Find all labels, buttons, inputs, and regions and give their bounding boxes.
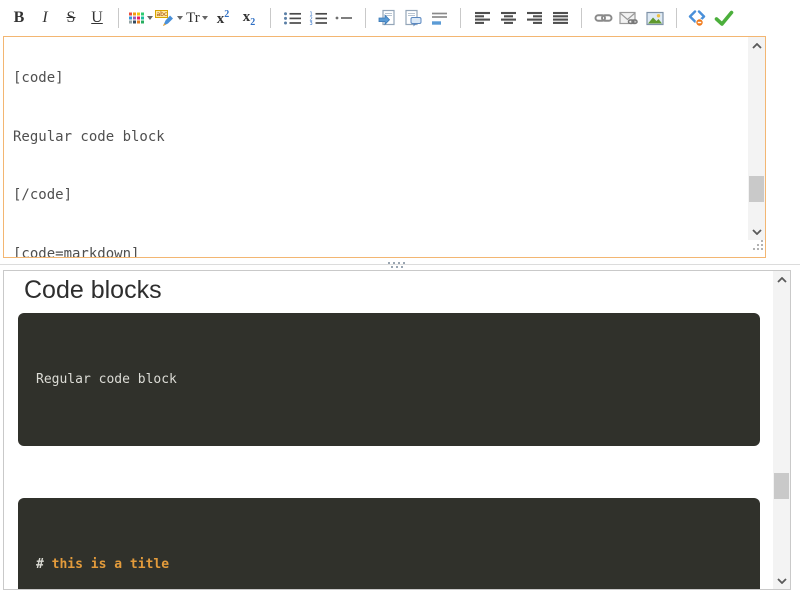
resize-grip[interactable] <box>752 238 764 256</box>
toolbar-separator <box>676 8 677 28</box>
email-icon <box>619 11 639 26</box>
insert-code-button[interactable] <box>375 5 399 31</box>
editor-line: [code] <box>13 69 748 89</box>
code-line: Regular code block <box>36 369 742 390</box>
preview-scrollbar[interactable] <box>773 271 790 589</box>
numbered-list-icon: 1 2 3 <box>309 11 328 26</box>
chevron-down-icon <box>777 578 787 584</box>
highlight-button[interactable]: abc <box>155 5 183 31</box>
resize-grip-icon <box>752 239 764 251</box>
chevron-up-icon <box>777 277 787 283</box>
align-center-icon <box>500 11 517 25</box>
scroll-up-button[interactable] <box>748 37 765 54</box>
float-text-button[interactable] <box>427 5 451 31</box>
svg-text:3: 3 <box>309 21 312 26</box>
subscript-icon: x2 <box>243 9 256 28</box>
quote-page-icon <box>404 9 423 27</box>
scroll-down-button[interactable] <box>773 572 790 589</box>
preview-pane: Code blocks Regular code block # this is… <box>3 270 791 590</box>
preview-title: Code blocks <box>24 275 757 305</box>
italic-icon: I <box>42 9 47 27</box>
preview-content: Code blocks Regular code block # this is… <box>4 271 773 589</box>
image-icon <box>646 11 664 26</box>
toolbar-separator <box>270 8 271 28</box>
chevron-down-icon <box>177 16 183 20</box>
editor-scrollbar-thumb[interactable] <box>749 176 764 202</box>
align-justify-icon <box>552 11 569 25</box>
font-icon: Tr <box>186 10 200 27</box>
insert-email-button[interactable] <box>617 5 641 31</box>
chevron-down-icon <box>752 229 762 235</box>
bullet-list-button[interactable] <box>280 5 304 31</box>
source-code-icon <box>688 10 708 27</box>
align-left-button[interactable] <box>470 5 494 31</box>
code-line: # this is a title <box>36 554 742 575</box>
editor-line: [/code] <box>13 186 748 206</box>
align-justify-button[interactable] <box>548 5 572 31</box>
color-grid-icon <box>128 11 145 26</box>
align-left-icon <box>474 11 491 25</box>
align-right-button[interactable] <box>522 5 546 31</box>
horizontal-rule-icon <box>335 13 353 23</box>
superscript-button[interactable]: x2 <box>211 5 235 31</box>
scroll-up-button[interactable] <box>773 271 790 288</box>
code-block-plain: Regular code block <box>18 313 760 446</box>
highlight-pencil-icon: abc <box>155 10 175 27</box>
float-lines-icon <box>430 11 449 26</box>
chevron-down-icon <box>202 16 208 20</box>
bbcode-editor-textarea[interactable]: [code] Regular code block [/code] [code=… <box>3 36 766 258</box>
insert-image-button[interactable] <box>643 5 667 31</box>
underline-button[interactable]: U <box>85 5 109 31</box>
editor-content[interactable]: [code] Regular code block [/code] [code=… <box>4 37 748 257</box>
editor-text: [code] Regular code block [/code] [code=… <box>4 37 748 257</box>
numbered-list-button[interactable]: 1 2 3 <box>306 5 330 31</box>
italic-button[interactable]: I <box>33 5 57 31</box>
code-block-markdown: # this is a title ## this is another tit… <box>18 498 760 589</box>
toolbar-separator <box>581 8 582 28</box>
insert-quote-button[interactable] <box>401 5 425 31</box>
editor-scrollbar[interactable] <box>748 37 765 240</box>
strikethrough-button[interactable]: S <box>59 5 83 31</box>
code-page-icon <box>378 9 397 27</box>
subscript-button[interactable]: x2 <box>237 5 261 31</box>
divider-line <box>0 264 800 265</box>
insert-link-button[interactable] <box>591 5 615 31</box>
editor-line: Regular code block <box>13 128 748 148</box>
divider-drag-handle[interactable] <box>388 262 390 264</box>
link-icon <box>594 12 613 24</box>
underline-icon: U <box>91 9 103 27</box>
toolbar-separator <box>460 8 461 28</box>
bold-button[interactable]: B <box>7 5 31 31</box>
bold-icon: B <box>14 9 25 27</box>
align-right-icon <box>526 11 543 25</box>
align-center-button[interactable] <box>496 5 520 31</box>
superscript-icon: x2 <box>217 9 230 28</box>
toolbar-separator <box>365 8 366 28</box>
font-family-button[interactable]: Tr <box>185 5 209 31</box>
check-icon <box>714 10 734 26</box>
strikethrough-icon: S <box>67 9 76 27</box>
validate-button[interactable] <box>712 5 736 31</box>
toggle-source-button[interactable] <box>686 5 710 31</box>
editor-line: [code=markdown] <box>13 245 748 258</box>
bullet-list-icon <box>283 11 302 26</box>
svg-text:abc: abc <box>157 11 168 18</box>
pane-divider <box>0 260 800 270</box>
text-color-button[interactable] <box>128 5 153 31</box>
chevron-down-icon <box>147 16 153 20</box>
horizontal-rule-button[interactable] <box>332 5 356 31</box>
chevron-up-icon <box>752 43 762 49</box>
toolbar-separator <box>118 8 119 28</box>
formatting-toolbar: B I S U abc Tr x2 x2 <box>0 0 800 34</box>
preview-scrollbar-thumb[interactable] <box>774 473 789 499</box>
